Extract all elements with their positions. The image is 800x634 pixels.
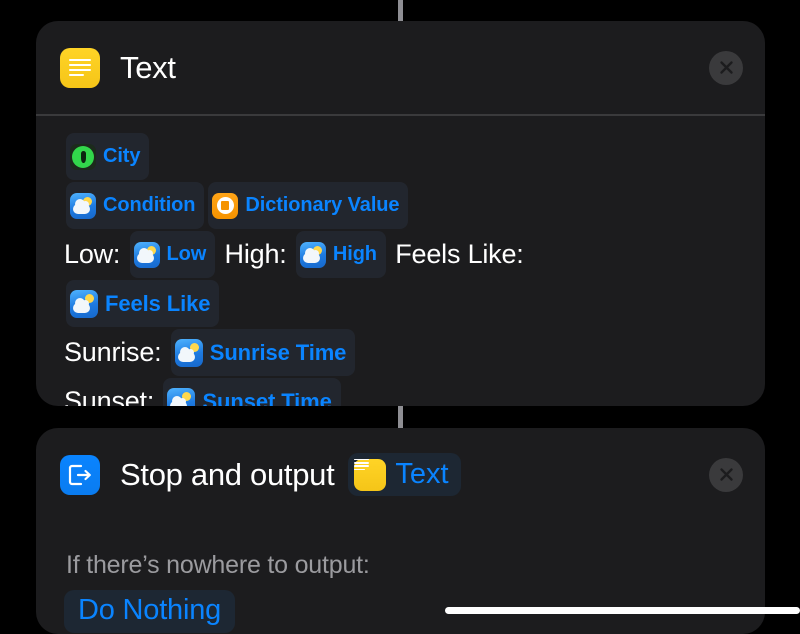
fallback-label: If there’s nowhere to output: xyxy=(66,551,370,579)
variable-token-dictionary-value[interactable]: Dictionary Value xyxy=(208,182,409,229)
text-content-field[interactable]: City Condition Dictionary Value Low: Low… xyxy=(64,132,743,406)
text-lines-icon xyxy=(60,47,100,88)
home-indicator[interactable] xyxy=(445,607,800,614)
variable-token-low[interactable]: Low xyxy=(129,231,216,278)
location-icon xyxy=(70,143,96,170)
variable-token-high[interactable]: High xyxy=(295,231,386,278)
exit-box-icon xyxy=(60,454,100,495)
text-lines-icon xyxy=(354,458,387,491)
card-header-text: Text xyxy=(36,21,765,114)
text-line: Sunset: Sunset Time xyxy=(64,377,743,406)
static-text-sunrise: Sunrise: xyxy=(64,337,169,367)
variable-token-sunset-time[interactable]: Sunset Time xyxy=(163,378,341,406)
text-line: Condition Dictionary Value xyxy=(64,181,743,230)
variable-token-condition[interactable]: Condition xyxy=(66,182,205,229)
page-title: Text xyxy=(120,49,176,85)
text-line: Low: Low High: High Feels Like: xyxy=(64,230,743,279)
action-card-text[interactable]: Text City Condition Dictionary Value Low… xyxy=(36,21,765,406)
close-icon[interactable] xyxy=(709,50,743,85)
stop-and-output-title: Stop and output xyxy=(120,456,335,492)
variable-token-city[interactable]: City xyxy=(66,133,150,180)
shortcuts-editor-screen: Text City Condition Dictionary Value Low… xyxy=(0,0,800,634)
static-text-feels-like: Feels Like: xyxy=(387,239,524,269)
variable-token-feels-like[interactable]: Feels Like xyxy=(66,280,220,327)
connector-line-middle xyxy=(398,405,403,429)
close-icon[interactable] xyxy=(709,457,743,492)
action-card-stop-and-output[interactable]: Stop and output Text If there’s nowhere … xyxy=(36,428,765,634)
variable-token-text-output[interactable]: Text xyxy=(348,453,461,496)
static-text-low: Low: xyxy=(64,239,128,269)
weather-icon xyxy=(174,338,203,367)
weather-icon xyxy=(70,192,96,219)
weather-icon xyxy=(70,289,98,318)
static-text-high: High: xyxy=(217,239,294,269)
static-text-sunset: Sunset: xyxy=(64,386,162,406)
text-line: Sunrise: Sunrise Time xyxy=(64,328,743,377)
variable-token-sunrise-time[interactable]: Sunrise Time xyxy=(170,329,356,376)
connector-line-top xyxy=(398,0,403,22)
text-line: Feels Like xyxy=(64,279,743,328)
weather-icon xyxy=(167,387,196,406)
dictionary-icon xyxy=(212,192,239,219)
text-line: City xyxy=(64,132,743,181)
weather-icon xyxy=(299,241,326,268)
weather-icon xyxy=(133,241,160,268)
fallback-option-selector[interactable]: Do Nothing xyxy=(64,590,236,633)
stop-and-output-body: If there’s nowhere to output: Do Nothing xyxy=(36,521,765,633)
card-header-stop-and-output: Stop and output Text xyxy=(36,428,765,521)
text-action-body[interactable]: City Condition Dictionary Value Low: Low… xyxy=(36,116,765,406)
